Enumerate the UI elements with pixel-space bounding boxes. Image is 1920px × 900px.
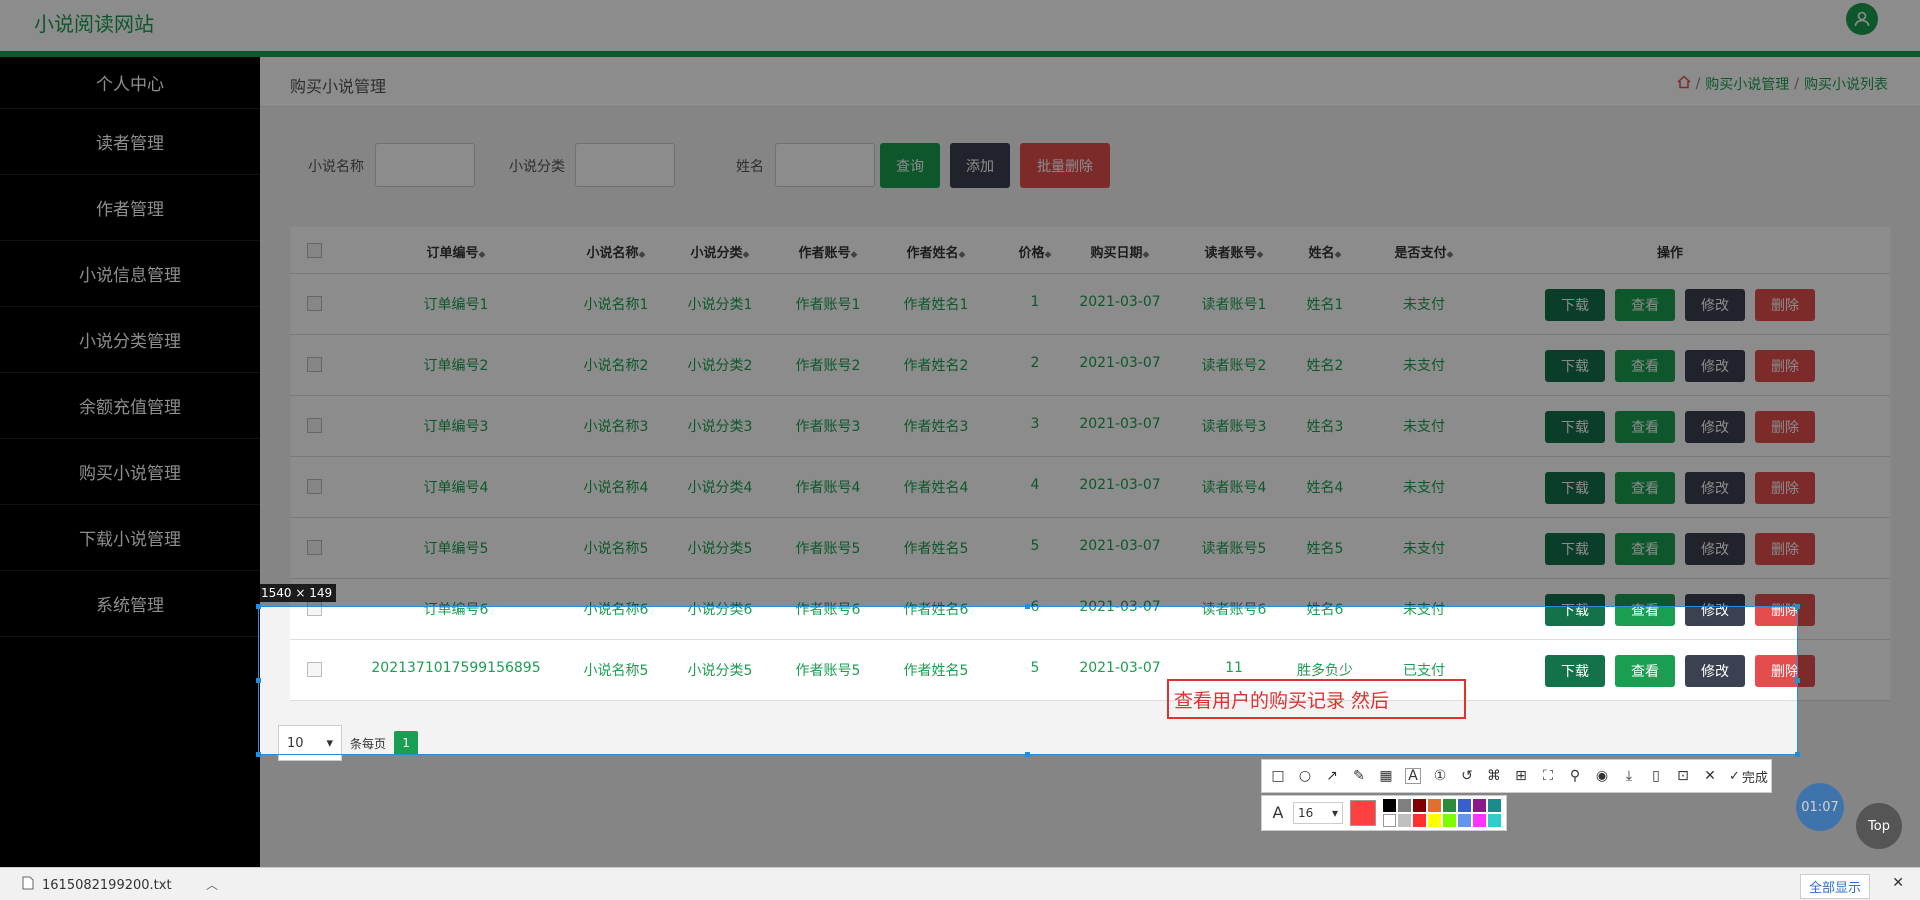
color-swatch[interactable] [1428, 799, 1441, 812]
back-to-top-button[interactable]: Top [1856, 803, 1902, 849]
capture-size-label: 1540 × 149 [257, 584, 337, 602]
color-swatch[interactable] [1383, 799, 1396, 812]
close-icon[interactable]: ✕ [1892, 875, 1904, 891]
arrow-icon[interactable]: ↗ [1324, 768, 1340, 784]
resize-handle[interactable] [1795, 752, 1800, 757]
resize-handle[interactable] [1795, 678, 1800, 683]
save-icon[interactable]: ⤓ [1621, 768, 1637, 784]
resize-handle[interactable] [256, 752, 261, 757]
color-swatch[interactable] [1488, 799, 1501, 812]
color-swatch[interactable] [1398, 799, 1411, 812]
color-swatch[interactable] [1473, 799, 1486, 812]
chevron-down-icon: ▾ [1331, 806, 1338, 820]
text-annotation[interactable]: 查看用户的购买记录 然后 [1167, 679, 1466, 719]
text-style-toolbar: A 16 ▾ [1261, 795, 1507, 831]
resize-handle[interactable] [1025, 752, 1030, 757]
color-swatch[interactable] [1458, 799, 1471, 812]
color-swatch[interactable] [1443, 814, 1456, 827]
download-item[interactable]: 1615082199200.txt [22, 876, 172, 894]
capture-selection[interactable] [256, 604, 1800, 757]
resize-handle[interactable] [1795, 604, 1800, 609]
translate-icon[interactable]: ⊞ [1513, 768, 1529, 784]
recording-timer: 01:07 [1796, 783, 1844, 831]
done-button[interactable]: ✓ 完成 [1729, 767, 1768, 786]
number-marker-icon[interactable]: ① [1432, 768, 1448, 784]
file-icon [22, 876, 34, 894]
resize-handle[interactable] [256, 604, 261, 609]
record-icon[interactable]: ◉ [1594, 768, 1610, 784]
color-swatch[interactable] [1413, 814, 1426, 827]
color-swatch[interactable] [1488, 814, 1501, 827]
ocr-icon[interactable]: ⌘ [1486, 768, 1502, 784]
circle-icon[interactable]: ○ [1297, 768, 1313, 784]
font-icon: A [1272, 803, 1284, 822]
color-swatch[interactable] [1473, 814, 1486, 827]
color-swatch[interactable] [1383, 814, 1396, 827]
chevron-up-icon[interactable]: ︿ [206, 876, 218, 893]
capture-dim-top [0, 0, 1920, 606]
pencil-icon[interactable]: ✎ [1351, 768, 1367, 784]
pin-icon[interactable]: ⚲ [1567, 768, 1583, 784]
download-bar: 1615082199200.txt ︿ 全部显示 ✕ [0, 867, 1920, 900]
capture-dim-right [1798, 606, 1920, 755]
color-palette [1383, 799, 1501, 827]
resize-handle[interactable] [256, 678, 261, 683]
color-swatch[interactable] [1443, 799, 1456, 812]
bookmark-icon[interactable]: ⊡ [1675, 768, 1691, 784]
mosaic-icon[interactable]: ▦ [1378, 768, 1394, 784]
font-size-select[interactable]: 16 ▾ [1293, 802, 1343, 824]
color-swatch[interactable] [1428, 814, 1441, 827]
capture-dim-left [0, 606, 258, 755]
current-color-swatch[interactable] [1350, 800, 1376, 826]
color-swatch[interactable] [1398, 814, 1411, 827]
color-swatch[interactable] [1458, 814, 1471, 827]
long-screenshot-icon[interactable]: ⛶ [1540, 768, 1556, 784]
rectangle-icon[interactable]: □ [1270, 768, 1286, 784]
phone-icon[interactable]: ▯ [1648, 768, 1664, 784]
show-all-downloads-button[interactable]: 全部显示 [1799, 874, 1870, 899]
color-swatch[interactable] [1413, 799, 1426, 812]
check-icon: ✓ [1729, 768, 1740, 784]
undo-icon[interactable]: ↺ [1459, 768, 1475, 784]
close-icon[interactable]: ✕ [1702, 768, 1718, 784]
resize-handle[interactable] [1025, 604, 1030, 609]
capture-toolbar: □ ○ ↗ ✎ ▦ A ① ↺ ⌘ ⊞ ⛶ ⚲ ◉ ⤓ ▯ ⊡ ✕ ✓ 完成 [1261, 759, 1772, 793]
text-icon[interactable]: A [1405, 768, 1421, 784]
